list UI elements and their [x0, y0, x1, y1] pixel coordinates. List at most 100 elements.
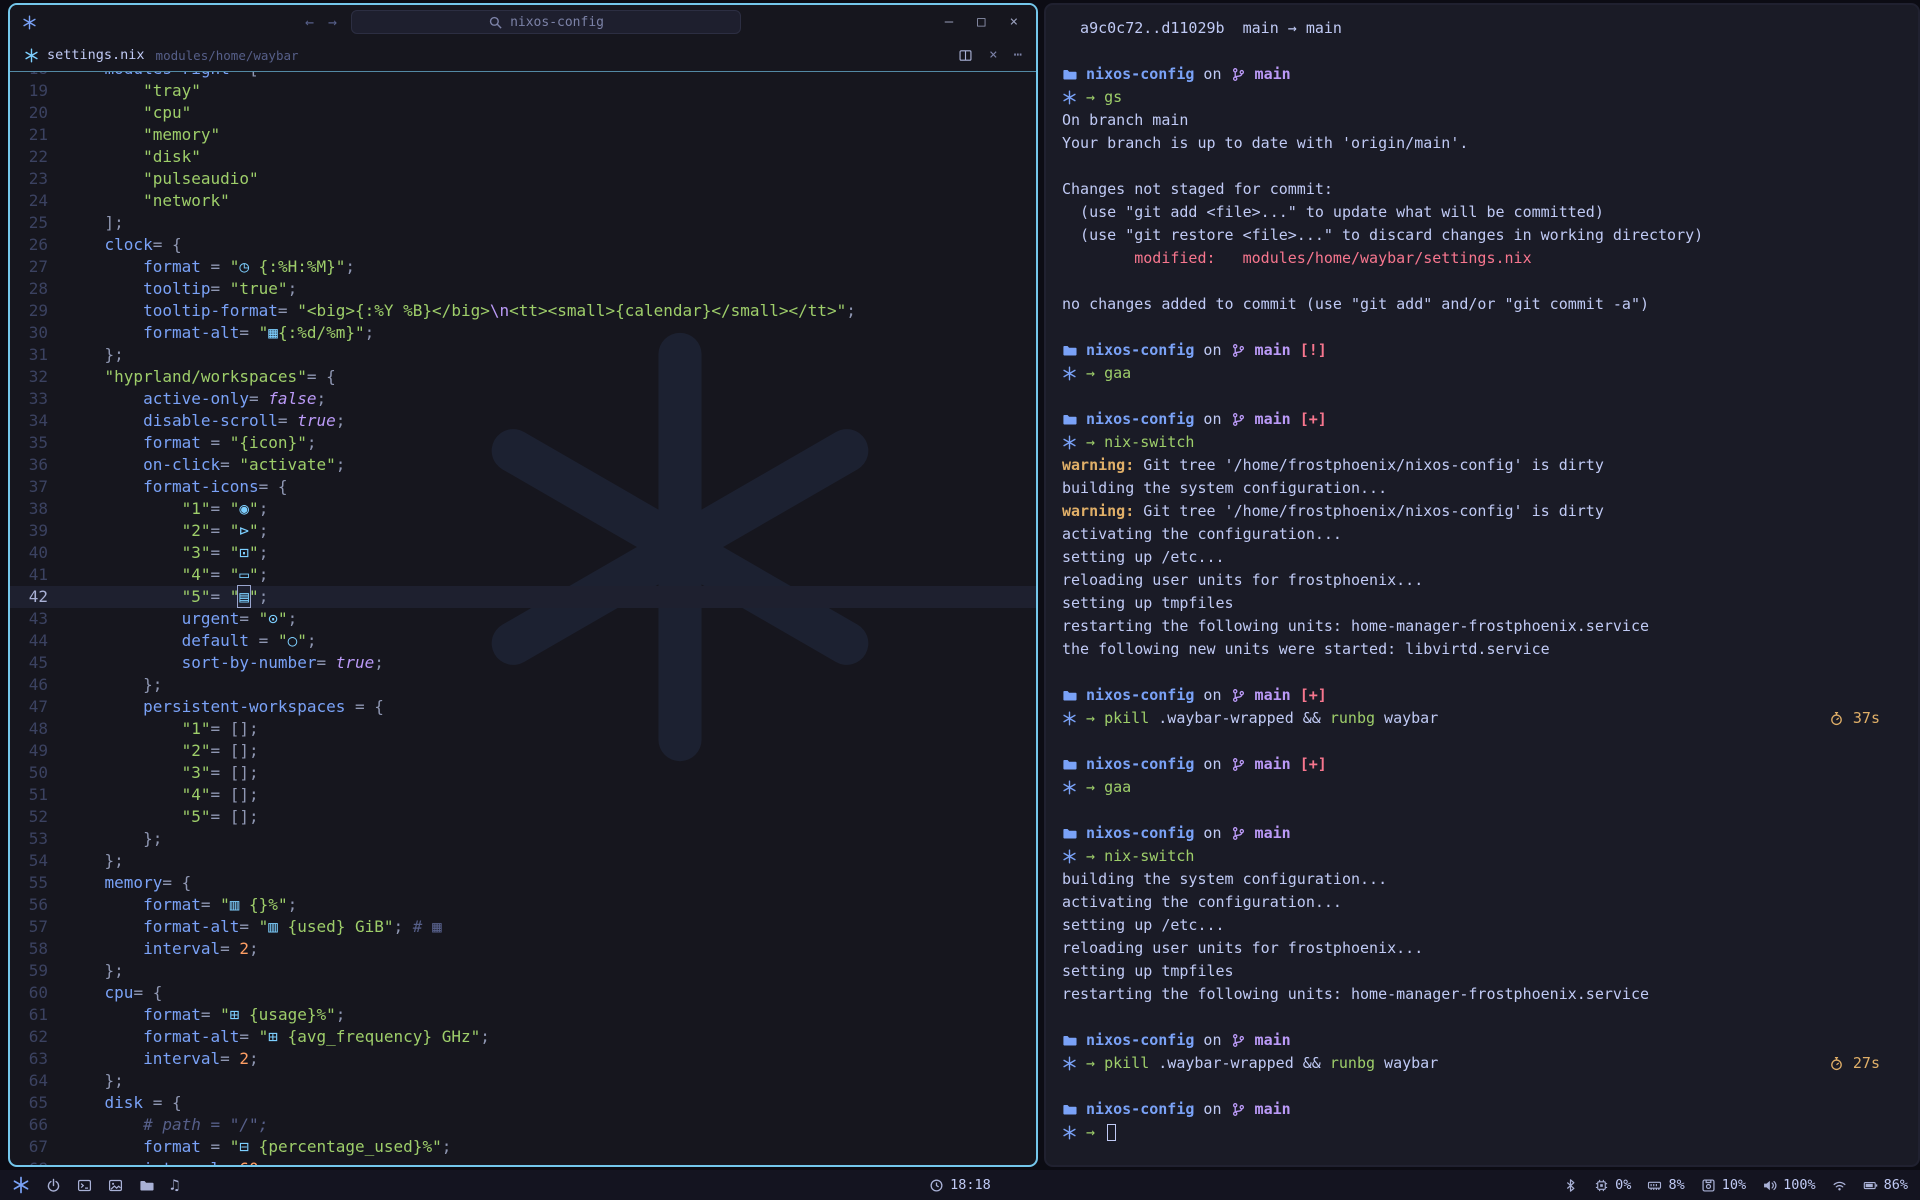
code-line[interactable]: 49 "2"= []; [10, 740, 1036, 762]
text-segment: = [211, 565, 230, 584]
code-line[interactable]: 31 }; [10, 344, 1036, 366]
code-line[interactable]: 40 "3"= "⊡"; [10, 542, 1036, 564]
power-icon[interactable] [46, 1178, 61, 1193]
disk-module[interactable]: 10% [1701, 1177, 1746, 1193]
tab-close-icon[interactable]: × [989, 47, 997, 63]
code-line[interactable]: 64 }; [10, 1070, 1036, 1092]
folder-icon [1062, 412, 1077, 427]
text-segment: = []; [211, 807, 259, 826]
code-line[interactable]: 63 interval= 2; [10, 1048, 1036, 1070]
code-line[interactable]: 25 ]; [10, 212, 1036, 234]
memory-module[interactable]: 8% [1647, 1177, 1684, 1193]
code-line[interactable]: 48 "1"= []; [10, 718, 1036, 740]
text-segment: format [143, 433, 201, 452]
text-segment [1077, 86, 1086, 109]
text-segment: modified: modules/home/waybar/settings.n… [1062, 247, 1532, 270]
wifi-icon[interactable] [1832, 1178, 1847, 1193]
text-segment: = [239, 609, 258, 628]
code-line[interactable]: 26 clock= { [10, 234, 1036, 256]
line-text: cpu= { [66, 982, 1036, 1004]
code-line[interactable]: 57 format-alt= "▥ {used} GiB"; # ▦ [10, 916, 1036, 938]
nav-back-button[interactable]: ← [305, 15, 314, 30]
code-line[interactable]: 60 cpu= { [10, 982, 1036, 1004]
bluetooth-icon[interactable] [1563, 1178, 1578, 1193]
text-segment: setting up tmpfiles [1062, 592, 1234, 615]
code-line[interactable]: 62 format-alt= "⊞ {avg_frequency} GHz"; [10, 1026, 1036, 1048]
line-text: format= "⊞ {usage}%"; [66, 1004, 1036, 1026]
battery-module[interactable]: 86% [1863, 1177, 1908, 1193]
code-line[interactable]: 67 format = "⊟ {percentage_used}%"; [10, 1136, 1036, 1158]
code-line[interactable]: 18 modules-right= [ [10, 72, 1036, 80]
code-line[interactable]: 19 "tray" [10, 80, 1036, 102]
nixos-logo-icon[interactable] [12, 1176, 30, 1194]
code-line[interactable]: 32 "hyprland/workspaces"= { [10, 366, 1036, 388]
code-line[interactable]: 27 format = "◷ {:%H:%M}"; [10, 256, 1036, 278]
code-line[interactable]: 68 interval= 60; [10, 1158, 1036, 1165]
text-segment: = [220, 455, 239, 474]
code-line[interactable]: 47 persistent-workspaces = { [10, 696, 1036, 718]
code-line[interactable]: 53 }; [10, 828, 1036, 850]
text-segment [66, 477, 143, 496]
code-line[interactable]: 39 "2"= "⊳"; [10, 520, 1036, 542]
text-segment [66, 257, 143, 276]
code-line[interactable]: 43 urgent= "⊙"; [10, 608, 1036, 630]
code-line[interactable]: 44 default = "○"; [10, 630, 1036, 652]
cpu-module[interactable]: 0% [1594, 1177, 1631, 1193]
code-line[interactable]: 65 disk = { [10, 1092, 1036, 1114]
nav-forward-button[interactable]: → [328, 15, 337, 30]
search-input[interactable]: nixos-config [351, 10, 741, 34]
tab-settings-nix[interactable]: settings.nix modules/home/waybar [24, 47, 299, 63]
code-line[interactable]: 24 "network" [10, 190, 1036, 212]
split-editor-icon[interactable] [958, 48, 973, 63]
code-line[interactable]: 58 interval= 2; [10, 938, 1036, 960]
terminal-row [1062, 40, 1880, 63]
code-line[interactable]: 50 "3"= []; [10, 762, 1036, 784]
line-text: }; [66, 344, 1036, 366]
code-line[interactable]: 33 active-only= false; [10, 388, 1036, 410]
text-segment: Git tree '/home/frostphoenix/nixos-confi… [1134, 500, 1604, 523]
code-line[interactable]: 46 }; [10, 674, 1036, 696]
code-line[interactable]: 38 "1"= "◉"; [10, 498, 1036, 520]
code-line[interactable]: 23 "pulseaudio" [10, 168, 1036, 190]
code-editor[interactable]: 18 modules-right= [19 "tray"20 "cpu"21 "… [10, 72, 1036, 1165]
volume-module[interactable]: 100% [1762, 1177, 1816, 1193]
terminal-window[interactable]: a9c0c72..d11029b main → main nixos-confi… [1044, 3, 1920, 1167]
text-segment: {percentage_used}%" [249, 1137, 442, 1156]
code-line[interactable]: 42 "5"= "▤"; [10, 586, 1036, 608]
code-line[interactable]: 36 on-click= "activate"; [10, 454, 1036, 476]
code-line[interactable]: 29 tooltip-format= "<big>{:%Y %B}</big>\… [10, 300, 1036, 322]
code-line[interactable]: 61 format= "⊞ {usage}%"; [10, 1004, 1036, 1026]
code-line[interactable]: 22 "disk" [10, 146, 1036, 168]
terminal-row: setting up tmpfiles [1062, 592, 1880, 615]
text-segment: = [211, 499, 230, 518]
code-line[interactable]: 52 "5"= []; [10, 806, 1036, 828]
close-button[interactable]: × [1010, 14, 1018, 30]
code-line[interactable]: 45 sort-by-number= true; [10, 652, 1036, 674]
clock-module[interactable]: 18:18 [929, 1177, 991, 1193]
code-line[interactable]: 35 format = "{icon}"; [10, 432, 1036, 454]
code-line[interactable]: 30 format-alt= "▦{:%d/%m}"; [10, 322, 1036, 344]
maximize-button[interactable]: □ [977, 14, 985, 30]
tray-music-icon[interactable]: ♫ [170, 1178, 179, 1193]
minimize-button[interactable]: — [945, 14, 953, 30]
code-line[interactable]: 37 format-icons= { [10, 476, 1036, 498]
text-segment [66, 1137, 143, 1156]
code-line[interactable]: 20 "cpu" [10, 102, 1036, 124]
code-line[interactable]: 66 # path = "/"; [10, 1114, 1036, 1136]
line-text: default = "○"; [66, 630, 1036, 652]
code-line[interactable]: 28 tooltip= "true"; [10, 278, 1036, 300]
code-line[interactable]: 55 memory= { [10, 872, 1036, 894]
tray-terminal-icon[interactable] [77, 1178, 92, 1193]
tray-folder-icon[interactable] [139, 1178, 154, 1193]
tray-image-icon[interactable] [108, 1178, 123, 1193]
code-line[interactable]: 21 "memory" [10, 124, 1036, 146]
text-segment: nix-switch [1104, 431, 1194, 454]
more-actions-icon[interactable]: ⋯ [1014, 47, 1022, 63]
code-line[interactable]: 54 }; [10, 850, 1036, 872]
code-line[interactable]: 59 }; [10, 960, 1036, 982]
code-line[interactable]: 51 "4"= []; [10, 784, 1036, 806]
code-line[interactable]: 56 format= "▥ {}%"; [10, 894, 1036, 916]
code-line[interactable]: 41 "4"= "▭"; [10, 564, 1036, 586]
text-segment: nixos-config [1077, 684, 1194, 707]
code-line[interactable]: 34 disable-scroll= true; [10, 410, 1036, 432]
